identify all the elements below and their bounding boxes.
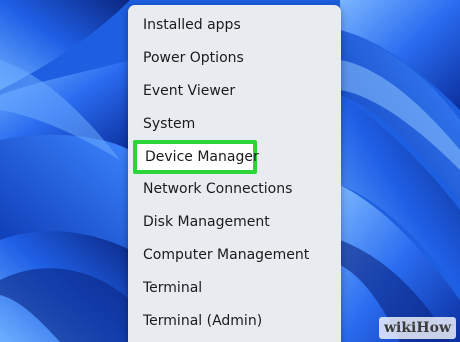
wikihow-watermark: wikiHow bbox=[378, 317, 456, 339]
menu-item-computer-management[interactable]: Computer Management bbox=[136, 240, 333, 270]
quick-link-menu: Installed apps Power Options Event Viewe… bbox=[128, 5, 341, 342]
menu-item-disk-management[interactable]: Disk Management bbox=[136, 207, 333, 237]
menu-item-system[interactable]: System bbox=[136, 109, 333, 139]
menu-item-terminal-admin[interactable]: Terminal (Admin) bbox=[136, 306, 333, 336]
menu-item-power-options[interactable]: Power Options bbox=[136, 43, 333, 73]
menu-item-terminal[interactable]: Terminal bbox=[136, 273, 333, 303]
menu-item-device-manager[interactable]: Device Manager bbox=[133, 140, 259, 174]
menu-item-network-connections[interactable]: Network Connections bbox=[136, 174, 333, 204]
menu-item-installed-apps[interactable]: Installed apps bbox=[136, 10, 333, 40]
menu-item-event-viewer[interactable]: Event Viewer bbox=[136, 76, 333, 106]
